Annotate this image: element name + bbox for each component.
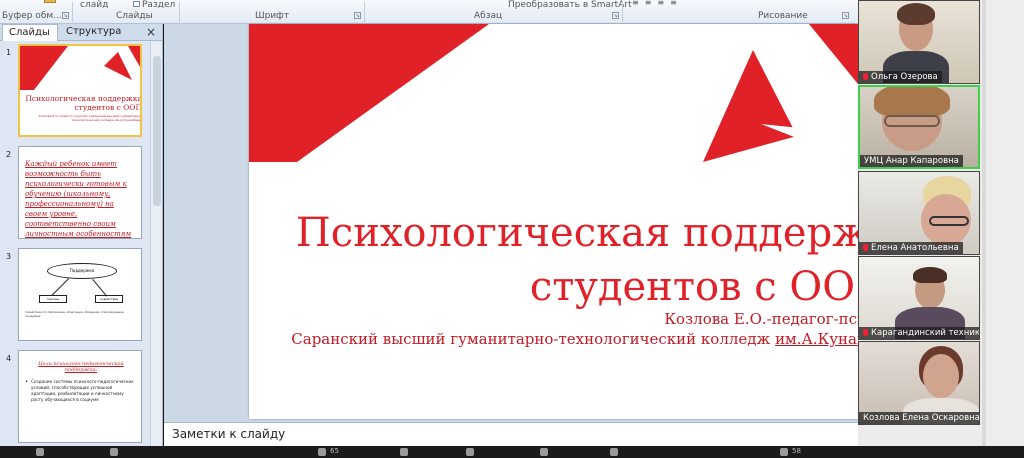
align-icons[interactable]: ≡≡≡≡: [632, 0, 683, 7]
thumb-connector: [51, 278, 69, 296]
slide-thumbnail-row[interactable]: 1 Психологическая поддержка студентов с …: [0, 44, 150, 144]
zoom-screen-share: слайд Раздел Преобразовать в SmartArt ≡≡…: [0, 0, 1024, 458]
thumb-bullet: •: [25, 379, 28, 385]
thumb-box: помощь: [39, 295, 67, 303]
new-slide-button[interactable]: слайд: [80, 0, 108, 10]
glasses-icon: [884, 115, 940, 127]
slide-author: Козлова Е.О.-педагог-пси: [664, 310, 858, 328]
thumb-text: Содействие это обеспечение, облегчение, …: [25, 311, 125, 318]
thumb-title: Психологическая поддержка студентов с ОО…: [25, 94, 142, 112]
video-tile[interactable]: Козлова Елена Оскаровна: [858, 341, 980, 425]
slide-thumbnail-4[interactable]: Цели психолого-педагогической поддержки:…: [18, 350, 142, 443]
group-divider: [622, 2, 623, 22]
slide-thumbnail-row[interactable]: 4 Цели психолого-педагогической поддержк…: [0, 350, 150, 446]
thumb-ellipse: Поддержка: [47, 263, 117, 279]
notes-placeholder: Заметки к слайду: [172, 427, 286, 441]
slide-thumbnail-list: 1 Психологическая поддержка студентов с …: [0, 42, 150, 446]
thumb-connector: [92, 279, 108, 297]
panel-background: [986, 0, 1024, 446]
college-name: Саранский высший гуманитарно-технологиче…: [291, 330, 776, 348]
thumbnail-scrollbar[interactable]: [150, 42, 162, 446]
pane-tabs: Слайды Структура ×: [0, 24, 162, 41]
college-name-underlined: им.А.Кунан: [775, 330, 858, 348]
slide-thumbnail-3[interactable]: Поддержка помощь содействие Содействие э…: [18, 248, 142, 341]
glasses-icon: [929, 216, 969, 226]
slide-title: Психологическая поддерж студентов с ОО: [249, 206, 858, 314]
thumb-subtitle: Козлова Е.О.-педагог-психолог Саранский …: [38, 114, 142, 122]
participant-face: [923, 354, 959, 398]
slide-thumbnail-row[interactable]: 3 Поддержка помощь содействие Содействие…: [0, 248, 150, 348]
paragraph-launcher-icon[interactable]: ↘: [612, 12, 619, 19]
thumb-text: Каждый ребенок имеет возможность быть пс…: [25, 160, 132, 238]
paste-icon[interactable]: [44, 0, 56, 3]
powerpoint-ribbon: слайд Раздел Преобразовать в SmartArt ≡≡…: [0, 0, 858, 24]
reactions-icon[interactable]: [610, 448, 618, 456]
slide-thumbnail-1[interactable]: Психологическая поддержка студентов с ОО…: [18, 44, 142, 137]
participant-hair: [897, 3, 935, 25]
meeting-controls-bar: 65 58: [0, 446, 1024, 458]
participant-hair: [913, 267, 947, 283]
thumb-box: содействие: [95, 295, 123, 303]
mute-icon[interactable]: [36, 448, 44, 456]
section-button[interactable]: Раздел: [133, 0, 175, 10]
group-label-clipboard: Буфер обм...: [2, 11, 62, 21]
chat-icon[interactable]: [400, 448, 408, 456]
slide-title-line2: студентов с ОО: [529, 264, 855, 310]
convert-smartart-button[interactable]: Преобразовать в SmartArt: [508, 0, 632, 10]
scrollbar-thumb[interactable]: [153, 56, 161, 206]
slide-number: 2: [6, 150, 12, 159]
participant-name: УМЦ Анар Капаровна: [860, 155, 963, 167]
video-tile-speaking[interactable]: УМЦ Анар Капаровна: [858, 85, 980, 169]
video-scrollbar[interactable]: [982, 0, 986, 446]
slide-number: 3: [6, 252, 12, 261]
slide-notes[interactable]: Заметки к слайду: [164, 422, 858, 446]
slide-thumbnail-2[interactable]: Каждый ребенок имеет возможность быть пс…: [18, 146, 142, 239]
slide-title-line1: Психологическая поддерж: [295, 210, 858, 256]
participants-icon[interactable]: [318, 448, 326, 456]
video-icon[interactable]: [110, 448, 118, 456]
apps-icon[interactable]: [780, 448, 788, 456]
close-icon[interactable]: ×: [146, 24, 156, 40]
muted-mic-icon: [863, 73, 868, 80]
participant-name: Козлова Елена Оскаровна: [859, 412, 979, 424]
group-label-font: Шрифт: [255, 11, 290, 21]
clipboard-launcher-icon[interactable]: ↘: [62, 12, 69, 19]
tab-slides[interactable]: Слайды: [2, 24, 58, 41]
share-screen-icon[interactable]: [466, 448, 474, 456]
participant-hair: [874, 87, 950, 117]
participants-video-panel: Ольга Озерова УМЦ Анар Капаровна Елена А…: [858, 0, 1024, 446]
slide-number: 1: [6, 48, 12, 57]
video-tile[interactable]: Елена Анатольевна: [858, 171, 980, 255]
muted-mic-icon: [863, 244, 868, 251]
participant-name: Ольга Озерова: [859, 71, 942, 83]
apps-count: 58: [792, 447, 801, 455]
participants-count: 65: [330, 447, 339, 455]
participant-name: Карагандинский технико-стр...: [859, 327, 979, 339]
video-tile[interactable]: Ольга Озерова: [858, 0, 980, 84]
font-launcher-icon[interactable]: ↘: [354, 12, 361, 19]
group-divider: [364, 2, 365, 22]
group-divider: [179, 2, 180, 22]
section-icon: [133, 1, 140, 7]
group-label-drawing: Рисование: [758, 11, 808, 21]
drawing-launcher-icon[interactable]: ↘: [842, 12, 849, 19]
thumb-heading: Цели психолого-педагогической поддержки:: [38, 361, 124, 373]
slide-thumbnail-row[interactable]: 2 Каждый ребенок имеет возможность быть …: [0, 146, 150, 246]
record-icon[interactable]: [540, 448, 548, 456]
thumb-red-shapes: [20, 46, 140, 90]
participant-name: Елена Анатольевна: [859, 242, 963, 254]
slides-pane: Слайды Структура × 1 Психологическая под…: [0, 24, 163, 446]
group-label-paragraph: Абзац: [474, 11, 503, 21]
thumb-body: Создание системы психолого-педагогически…: [31, 379, 134, 402]
current-slide[interactable]: Психологическая поддерж студентов с ОО К…: [249, 24, 858, 419]
slide-editor: Психологическая поддерж студентов с ОО К…: [164, 24, 858, 422]
tab-outline[interactable]: Структура: [60, 24, 127, 41]
group-label-slides: Слайды: [116, 11, 153, 21]
muted-mic-icon: [863, 329, 868, 336]
slide-college: Саранский высший гуманитарно-технологиче…: [249, 329, 858, 349]
slide-number: 4: [6, 354, 12, 363]
group-divider: [72, 2, 73, 22]
video-tile[interactable]: Карагандинский технико-стр...: [858, 256, 980, 340]
